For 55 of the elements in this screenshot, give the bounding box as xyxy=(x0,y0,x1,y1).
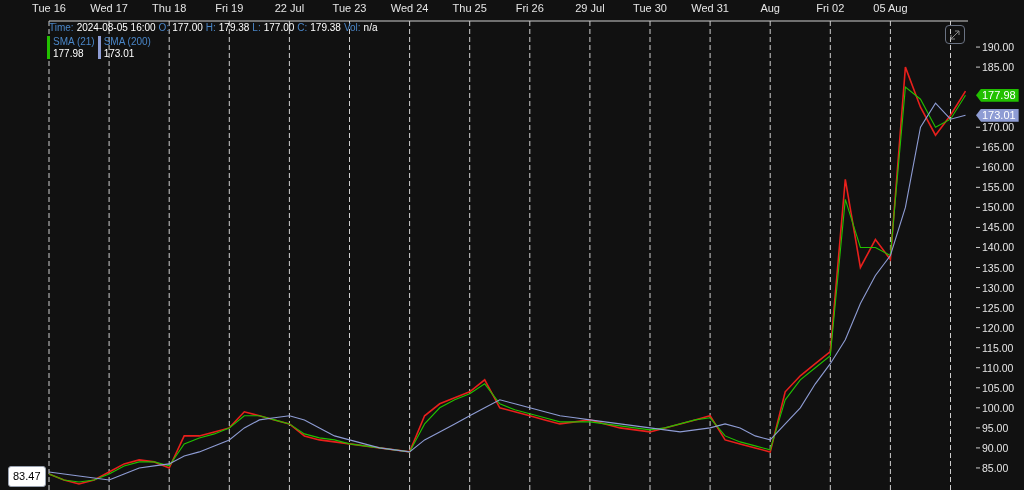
field-value: 177.00 xyxy=(172,23,203,33)
field-value: 179.38 xyxy=(310,23,341,33)
price-tick-label: 125.00 xyxy=(982,301,1015,314)
price-tick-label: 105.00 xyxy=(982,381,1015,394)
series-name: SMA (200) xyxy=(103,36,151,48)
field-label: Time: xyxy=(49,23,74,33)
date-label: 22 Jul xyxy=(274,2,305,14)
price-badge: 173.01 xyxy=(976,108,1019,122)
date-label: 05 Aug xyxy=(873,2,908,14)
field-label: H: xyxy=(205,23,216,33)
price-tick-label: 90.00 xyxy=(982,441,1009,454)
date-label: Tue 16 xyxy=(32,2,66,14)
price-tick-label: 145.00 xyxy=(982,221,1015,234)
date-label: Thu 25 xyxy=(452,2,487,14)
date-label: Tue 30 xyxy=(633,2,667,14)
expand-icon[interactable] xyxy=(945,25,965,44)
date-label: Aug xyxy=(760,2,780,14)
price-tick-label: 185.00 xyxy=(982,61,1015,74)
price-tick-label: 135.00 xyxy=(982,261,1015,274)
field-value: 2024-08-05 16:00 xyxy=(76,23,156,33)
price-badge: 177.98 xyxy=(976,88,1019,102)
price-tick-label: 155.00 xyxy=(982,181,1015,194)
date-label: Fri 26 xyxy=(515,2,544,14)
field-label: O: xyxy=(158,23,170,33)
date-label: 29 Jul xyxy=(575,2,605,14)
price-tick-label: 95.00 xyxy=(982,421,1009,434)
price-tick-label: 170.00 xyxy=(982,121,1015,134)
field-value: 177.00 xyxy=(263,23,295,33)
date-label: Wed 17 xyxy=(90,2,128,14)
series-name: SMA (21) xyxy=(53,36,95,48)
date-label: Wed 24 xyxy=(390,2,429,14)
price-tick-label: 160.00 xyxy=(982,161,1015,174)
date-label: Wed 31 xyxy=(691,2,729,14)
price-tick-label: 115.00 xyxy=(982,341,1014,354)
date-label: Thu 18 xyxy=(152,2,187,14)
field-label: L: xyxy=(252,23,261,33)
field-value: n/a xyxy=(363,23,378,33)
field-label: Vol: xyxy=(343,23,361,33)
series-value: 177.98 xyxy=(53,48,85,60)
field-label: C: xyxy=(297,23,308,33)
price-tick-label: 130.00 xyxy=(982,281,1015,294)
price-tick-label: 190.00 xyxy=(982,41,1015,54)
series-value: 173.01 xyxy=(103,48,136,60)
field-value: 179.38 xyxy=(218,23,250,33)
price-tick-label: 120.00 xyxy=(982,321,1015,334)
price-tick-label: 110.00 xyxy=(982,361,1014,374)
price-label: 83.47 xyxy=(8,466,46,487)
date-label: Fri 19 xyxy=(215,2,244,14)
price-tick-label: 85.00 xyxy=(982,461,1009,474)
price-tick-label: 140.00 xyxy=(982,241,1015,254)
date-label: Fri 02 xyxy=(816,2,845,14)
price-tick-label: 150.00 xyxy=(982,201,1015,214)
price-tick-label: 100.00 xyxy=(982,401,1015,414)
date-label: Tue 23 xyxy=(332,2,367,14)
price-tick-label: 165.00 xyxy=(982,141,1015,154)
